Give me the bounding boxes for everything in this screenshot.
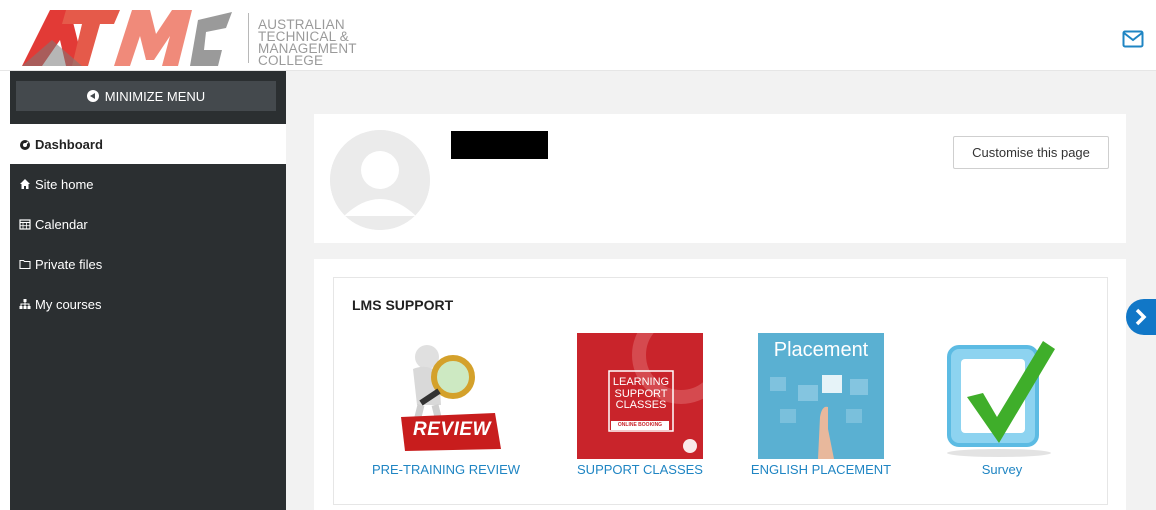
sidebar-item-private-files[interactable]: Private files xyxy=(10,244,286,284)
calendar-icon xyxy=(19,218,31,230)
drawer-toggle-button[interactable] xyxy=(1126,299,1156,335)
review-image-text: REVIEW xyxy=(413,419,491,440)
sidebar-item-calendar[interactable]: Calendar xyxy=(10,204,286,244)
lms-support-title: LMS SUPPORT xyxy=(352,297,454,313)
avatar[interactable] xyxy=(330,130,430,230)
sidebar-item-label: Site home xyxy=(35,176,94,192)
sitemap-icon xyxy=(19,298,31,310)
review-magnifier-image: REVIEW xyxy=(383,333,509,459)
sidebar-item-label: Private files xyxy=(35,256,103,272)
survey-checkmark-image xyxy=(939,333,1065,459)
support-line-1: LEARNING xyxy=(612,376,670,388)
minimize-menu-label: MINIMIZE MENU xyxy=(104,88,206,104)
tile-label[interactable]: Survey xyxy=(912,462,1092,477)
envelope-icon[interactable] xyxy=(1122,30,1144,48)
customise-page-button[interactable]: Customise this page xyxy=(953,136,1109,169)
sidebar-item-label: My courses xyxy=(35,296,102,312)
circle-arrow-left-icon xyxy=(86,90,99,102)
minimize-menu-button[interactable]: MINIMIZE MENU xyxy=(16,81,276,111)
atmc-logo[interactable]: AUSTRALIAN TECHNICAL & MANAGEMENT COLLEG… xyxy=(22,10,362,68)
home-icon xyxy=(19,178,31,190)
chevron-right-icon xyxy=(1135,308,1147,326)
support-classes-image: LEARNING SUPPORT CLASSES ONLINE BOOKING xyxy=(577,333,703,459)
tile-label[interactable]: ENGLISH PLACEMENT xyxy=(731,462,911,477)
tile-label[interactable]: PRE-TRAINING REVIEW xyxy=(356,462,536,477)
lms-support-block: LMS SUPPORT REVIEW PRE-TRAINING REVIEW L… xyxy=(314,259,1126,510)
sidebar-nav: MINIMIZE MENU Dashboard Site home Calend… xyxy=(10,71,286,510)
sidebar-item-label: Calendar xyxy=(35,216,88,232)
redacted-username xyxy=(451,131,548,159)
logo-mark xyxy=(22,10,232,66)
top-bar: AUSTRALIAN TECHNICAL & MANAGEMENT COLLEG… xyxy=(0,0,1156,71)
sidebar-item-my-courses[interactable]: My courses xyxy=(10,284,286,324)
placement-image: Placement xyxy=(758,333,884,459)
lms-support-card: LMS SUPPORT REVIEW PRE-TRAINING REVIEW L… xyxy=(333,277,1108,505)
support-line-3: CLASSES xyxy=(615,399,667,411)
dashboard-icon xyxy=(19,138,31,150)
folder-icon xyxy=(19,258,31,270)
tile-label[interactable]: SUPPORT CLASSES xyxy=(550,462,730,477)
support-sub-text: ONLINE BOOKING xyxy=(617,422,663,428)
user-header-panel: Customise this page xyxy=(314,114,1126,243)
main-content: Customise this page LMS SUPPORT REVIEW P… xyxy=(286,71,1156,510)
sidebar-item-label: Dashboard xyxy=(35,136,103,152)
placement-image-text: Placement xyxy=(773,339,869,361)
logo-text: AUSTRALIAN TECHNICAL & MANAGEMENT COLLEG… xyxy=(258,17,357,68)
sidebar-item-dashboard[interactable]: Dashboard xyxy=(10,124,286,164)
sidebar-item-site-home[interactable]: Site home xyxy=(10,164,286,204)
